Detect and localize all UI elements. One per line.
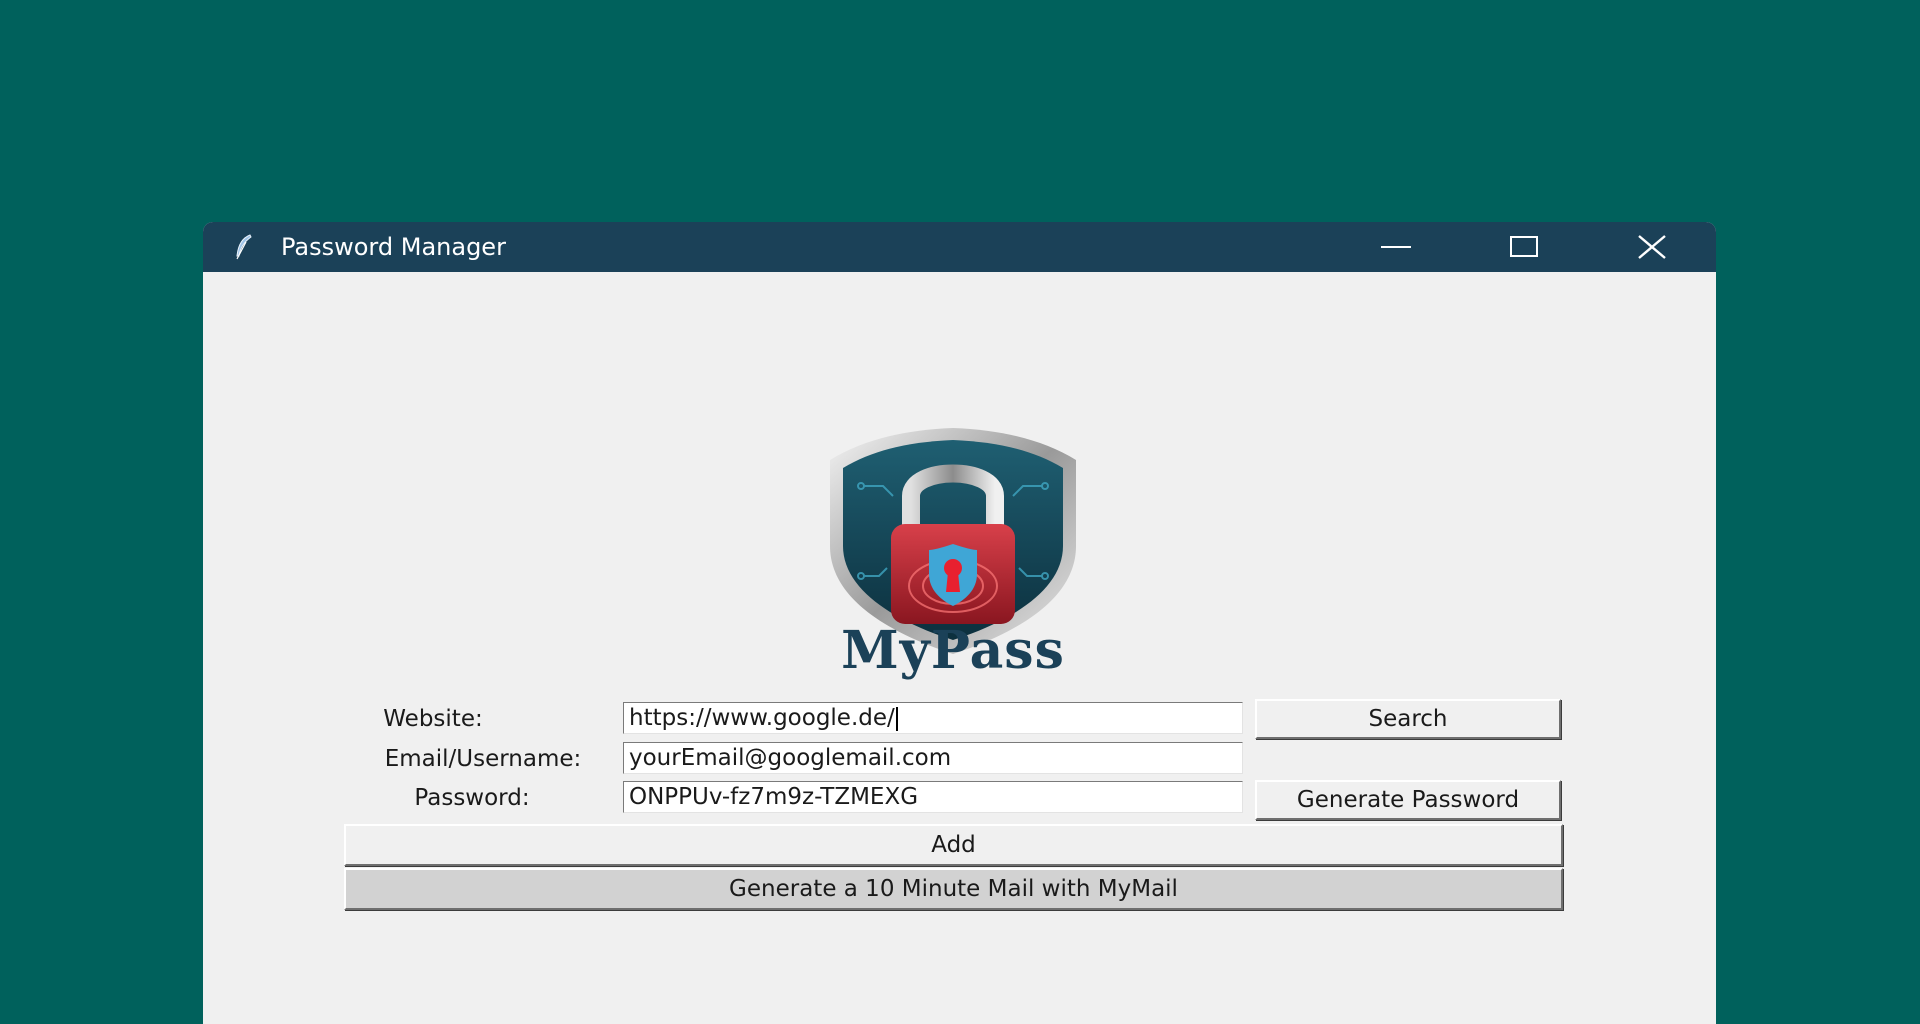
generate-password-button[interactable]: Generate Password: [1255, 780, 1561, 820]
website-label: Website:: [383, 706, 483, 732]
password-value: ONPPUv-fz7m9z-TZMEXG: [629, 784, 919, 810]
email-label: Email/Username:: [384, 746, 582, 772]
minimize-button[interactable]: [1332, 222, 1460, 272]
add-button[interactable]: Add: [344, 824, 1563, 866]
app-window: Password Manager MyPass Website: https:/…: [203, 222, 1716, 1024]
password-label: Password:: [414, 785, 530, 811]
maximize-icon: [1510, 236, 1538, 257]
password-input[interactable]: ONPPUv-fz7m9z-TZMEXG: [623, 781, 1243, 813]
window-title: Password Manager: [281, 233, 506, 261]
website-value: https://www.google.de/: [629, 705, 895, 731]
title-bar[interactable]: Password Manager: [203, 222, 1716, 272]
maximize-button[interactable]: [1460, 222, 1588, 272]
close-icon: [1638, 235, 1666, 259]
close-button[interactable]: [1588, 222, 1716, 272]
email-input[interactable]: yourEmail@googlemail.com: [623, 742, 1243, 774]
window-controls: [1332, 222, 1716, 272]
main-content: MyPass Website: https://www.google.de/ S…: [203, 272, 1716, 1024]
search-button[interactable]: Search: [1255, 699, 1561, 739]
website-input[interactable]: https://www.google.de/: [623, 702, 1243, 734]
brand-title: MyPass: [841, 620, 1065, 681]
minimize-icon: [1381, 246, 1411, 248]
text-cursor: [895, 706, 898, 731]
feather-icon: [233, 232, 255, 262]
email-value: yourEmail@googlemail.com: [629, 745, 952, 771]
mymail-button[interactable]: Generate a 10 Minute Mail with MyMail: [344, 868, 1563, 910]
